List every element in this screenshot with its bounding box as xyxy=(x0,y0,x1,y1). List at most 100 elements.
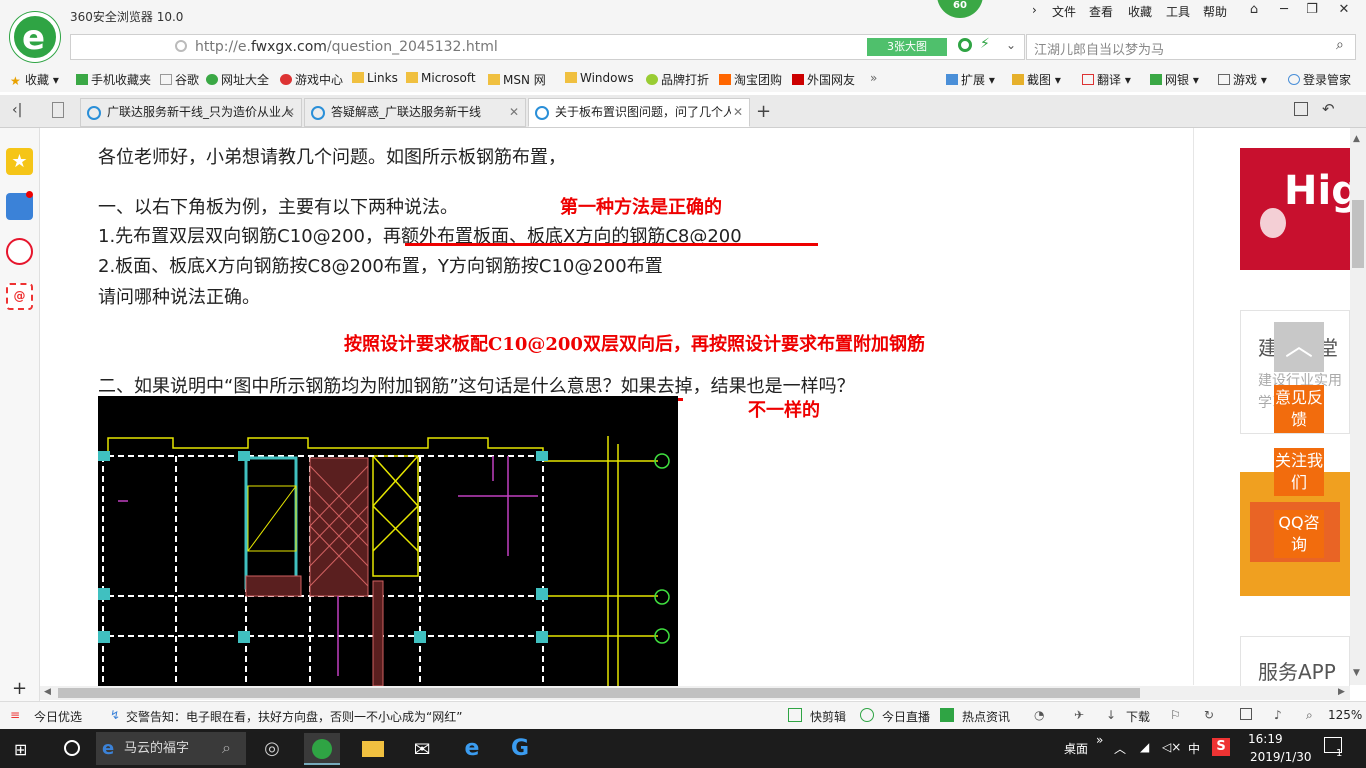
bookmark-favorites[interactable]: ★ 收藏 ▾ xyxy=(10,71,59,88)
bookmark-links[interactable]: Links xyxy=(352,71,398,85)
undo-close-icon[interactable]: ↶ xyxy=(1322,100,1335,118)
taskbar-explorer-icon[interactable] xyxy=(354,733,390,765)
menu-view[interactable]: 查看 xyxy=(1089,3,1113,20)
feedback-button[interactable]: 意见反馈 xyxy=(1274,385,1324,433)
desktop-more-icon[interactable]: » xyxy=(1096,733,1103,747)
clock-time[interactable]: 16:19 xyxy=(1248,732,1283,746)
menu-help[interactable]: 帮助 xyxy=(1203,3,1227,20)
more-bookmarks-icon[interactable]: » xyxy=(870,71,877,85)
vertical-scroll-thumb[interactable] xyxy=(1352,200,1364,268)
menu-chevron-icon[interactable]: › xyxy=(1032,3,1037,17)
speaker-icon[interactable]: ◁× xyxy=(1162,740,1181,754)
site-info-icon[interactable] xyxy=(175,40,187,52)
bookmark-games[interactable]: 游戏中心 xyxy=(280,71,343,88)
toolbar-translate[interactable]: 翻译 ▾ xyxy=(1082,71,1131,88)
quickclip[interactable]: 快剪辑 xyxy=(810,708,846,725)
bookmark-google[interactable]: 谷歌 xyxy=(160,71,199,88)
sogou-ime-icon[interactable]: S xyxy=(1212,738,1230,756)
zoom-level[interactable]: 125% xyxy=(1328,708,1362,722)
volume-icon[interactable]: ♪ xyxy=(1274,708,1282,722)
bookmark-windows[interactable]: Windows xyxy=(565,71,634,85)
scroll-down-icon[interactable]: ▼ xyxy=(1353,668,1360,678)
download[interactable]: 下载 xyxy=(1126,708,1150,725)
tab-scroll-left-icon[interactable]: ‹| xyxy=(12,102,22,118)
bookmark-foreign[interactable]: 外国网友 xyxy=(792,71,855,88)
history-icon[interactable]: ◔ xyxy=(1034,708,1044,722)
security-icon[interactable] xyxy=(958,38,972,52)
toolbar-ebank[interactable]: 网银 ▾ xyxy=(1150,71,1199,88)
hot-news[interactable]: 热点资讯 xyxy=(962,708,1010,725)
windows-start-icon[interactable]: ⊞ xyxy=(14,740,27,759)
sidebar-add-icon[interactable]: + xyxy=(12,678,27,699)
flag-icon[interactable]: ⚐ xyxy=(1170,708,1181,722)
refresh-status-icon[interactable]: ↻ xyxy=(1204,708,1214,722)
scroll-left-icon[interactable]: ◀ xyxy=(44,687,51,697)
pin-icon[interactable]: ⌂ xyxy=(1240,2,1268,22)
restore-icon[interactable]: ❐ xyxy=(1298,2,1326,22)
today-live[interactable]: 今日直播 xyxy=(882,708,930,725)
menu-favorites[interactable]: 收藏 xyxy=(1128,3,1152,20)
dropdown-icon[interactable]: ⌄ xyxy=(1006,38,1016,52)
ad-banner-christmas[interactable]: Hig xyxy=(1240,148,1350,270)
tab-close-icon[interactable]: ✕ xyxy=(285,99,295,126)
today-select[interactable]: 今日优选 xyxy=(34,708,82,725)
tab-favicon-icon xyxy=(87,106,101,120)
bookmark-msn[interactable]: MSN 网 xyxy=(488,71,546,88)
tab-3-active[interactable]: 关于板布置识图问题，问了几个人 ✕ xyxy=(528,98,750,127)
follow-us-button[interactable]: 关注我们 xyxy=(1274,448,1324,496)
close-icon[interactable]: ✕ xyxy=(1330,2,1358,22)
taskbar-app-g-icon[interactable]: G xyxy=(502,733,538,765)
tab-1[interactable]: 广联达服务新干线_只为造价从业人 ✕ xyxy=(80,98,302,127)
cortana-icon[interactable] xyxy=(64,740,80,756)
url-text[interactable]: http://e.fwxgx.com/question_2045132.html xyxy=(195,39,498,55)
favorites-star-icon[interactable]: ★ xyxy=(6,148,33,175)
bookmark-microsoft[interactable]: Microsoft xyxy=(406,71,476,85)
tab-list-icon[interactable] xyxy=(52,102,64,118)
browser-logo-icon[interactable]: e xyxy=(10,12,60,62)
zoom-icon[interactable]: ⌕ xyxy=(1306,708,1313,723)
minimize-icon[interactable]: ─ xyxy=(1270,2,1298,22)
bookmark-hao360[interactable]: 网址大全 xyxy=(206,71,269,88)
taskbar-mail-icon[interactable]: ✉ xyxy=(404,733,440,765)
window-icon[interactable] xyxy=(1240,708,1252,720)
big-picture-button[interactable]: 3张大图 xyxy=(867,38,947,56)
tab-close-icon[interactable]: ✕ xyxy=(730,99,743,126)
menu-tools[interactable]: 工具 xyxy=(1166,3,1190,20)
taskbar-search-icon[interactable]: ⌕ xyxy=(222,738,231,758)
search-text[interactable]: 江湖儿郎自当以梦为马 xyxy=(1034,39,1164,58)
toolbar-extensions[interactable]: 扩展 ▾ xyxy=(946,71,995,88)
ime-indicator[interactable]: 中 xyxy=(1188,740,1200,757)
network-icon[interactable]: ◢ xyxy=(1140,740,1149,754)
qq-consult-button[interactable]: QQ咨询 xyxy=(1274,510,1324,558)
speed-icon[interactable]: ⚡ xyxy=(980,36,990,52)
taskbar-360-spin-icon[interactable]: ◎ xyxy=(254,733,290,765)
bookmark-mobile[interactable]: 手机收藏夹 xyxy=(76,71,151,88)
tray-expand-icon[interactable]: ︿ xyxy=(1114,740,1126,757)
scroll-up-icon[interactable]: ▲ xyxy=(1353,134,1360,144)
tab-close-icon[interactable]: ✕ xyxy=(509,99,519,126)
download-icon[interactable]: ↓ xyxy=(1106,708,1116,722)
restore-tabs-icon[interactable] xyxy=(1294,102,1308,116)
weibo-icon[interactable] xyxy=(6,238,33,265)
clock-date[interactable]: 2019/1/30 xyxy=(1250,750,1312,764)
desktop-label[interactable]: 桌面 xyxy=(1064,740,1088,757)
menu-file[interactable]: 文件 xyxy=(1052,3,1076,20)
accelerate-icon[interactable]: ✈ xyxy=(1074,708,1084,722)
toolbar-login-manager[interactable]: 登录管家 xyxy=(1288,71,1351,88)
bookmark-brand-discount[interactable]: 品牌打折 xyxy=(646,71,709,88)
mail-at-icon[interactable]: @ xyxy=(6,283,33,310)
toolbar-screenshot[interactable]: 截图 ▾ xyxy=(1012,71,1061,88)
scroll-right-icon[interactable]: ▶ xyxy=(1338,687,1345,697)
new-tab-icon[interactable]: + xyxy=(756,101,771,122)
news-ticker[interactable]: 交警告知：电子眼在看，扶好方向盘，否则一不小心成为“网红” xyxy=(126,708,462,725)
question-intro: 各位老师好，小弟想请教几个问题。如图所示板钢筋布置， xyxy=(98,147,566,168)
tab-2[interactable]: 答疑解惑_广联达服务新干线 ✕ xyxy=(304,98,526,127)
taskbar-edge-icon[interactable]: e xyxy=(454,733,490,765)
bookmark-taobao[interactable]: 淘宝团购 xyxy=(719,71,782,88)
cad-drawing-image xyxy=(98,396,678,686)
taskbar-360browser-icon[interactable] xyxy=(304,733,340,765)
back-to-top-icon[interactable]: ︿ xyxy=(1274,322,1324,372)
horizontal-scroll-thumb[interactable] xyxy=(58,688,1140,698)
search-icon[interactable]: ⌕ xyxy=(1336,37,1344,53)
toolbar-games[interactable]: 游戏 ▾ xyxy=(1218,71,1267,88)
